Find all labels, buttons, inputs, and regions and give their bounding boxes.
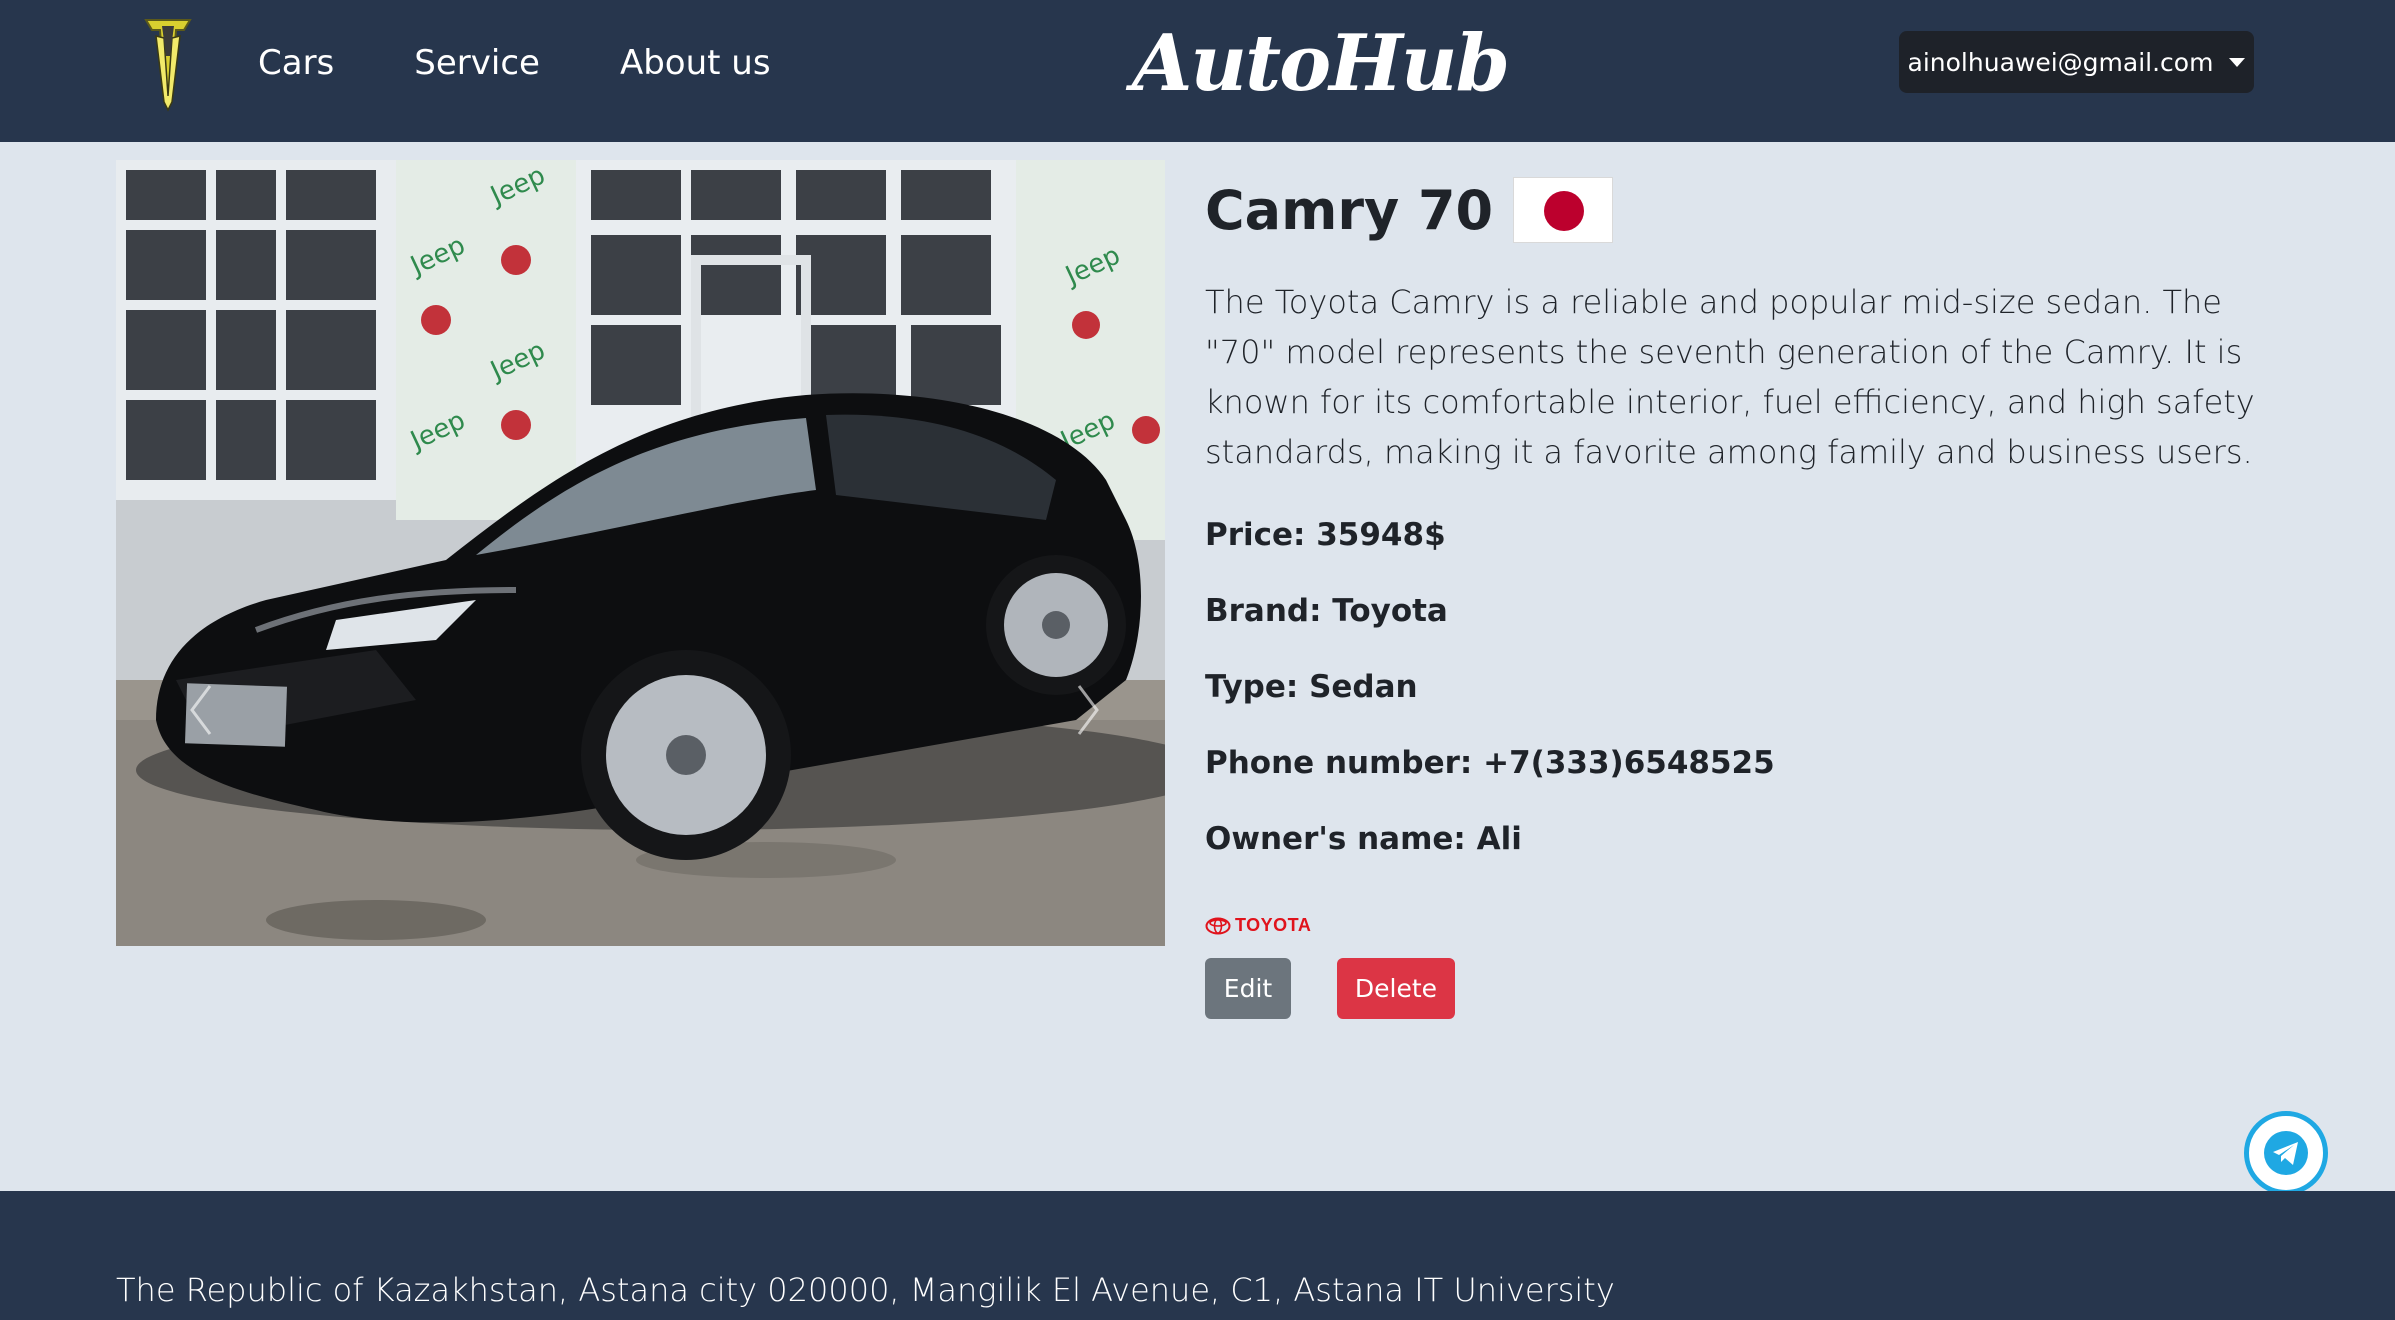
- owner-phone: Phone number: +7(333)6548525: [1205, 745, 1775, 781]
- carousel-prev-button[interactable]: [186, 680, 216, 740]
- car-description: The Toyota Camry is a reliable and popul…: [1205, 283, 2255, 471]
- nav-cars[interactable]: Cars: [258, 40, 334, 86]
- footer: The Republic of Kazakhstan, Astana city …: [0, 1191, 2395, 1320]
- car-price: Price: 35948$: [1205, 517, 1446, 553]
- toyota-brand-logo: TOYOTA: [1205, 915, 2265, 936]
- user-email: ainolhuawei@gmail.com: [1907, 47, 2214, 77]
- delete-button[interactable]: Delete: [1337, 958, 1455, 1019]
- nav-service[interactable]: Service: [414, 40, 540, 86]
- title-row: Camry 70: [1205, 165, 2265, 255]
- toyota-emblem-icon: [1205, 917, 1231, 934]
- action-buttons: Edit Delete: [1205, 958, 2265, 1019]
- chevron-right-icon: [1077, 685, 1099, 735]
- car-info-list: Price: 35948$ Brand: Toyota Type: Sedan …: [1205, 497, 2265, 877]
- japan-flag-icon: [1513, 177, 1614, 243]
- car-type: Type: Sedan: [1205, 669, 1418, 705]
- car-image-carousel[interactable]: Jeep Jeep Jeep Jeep Jeep Jeep: [116, 160, 1165, 946]
- chevron-left-icon: [190, 685, 212, 735]
- main-nav: Cars Service About us: [258, 40, 771, 86]
- caret-down-icon: [2229, 57, 2246, 67]
- car-photo: Jeep Jeep Jeep Jeep Jeep Jeep: [116, 160, 1165, 946]
- carousel-next-button[interactable]: [1073, 680, 1103, 740]
- footer-address: The Republic of Kazakhstan, Astana city …: [116, 1271, 1615, 1309]
- edit-button[interactable]: Edit: [1205, 958, 1291, 1019]
- user-menu-dropdown[interactable]: ainolhuawei@gmail.com: [1899, 31, 2254, 93]
- navbar: Cars Service About us AutoHub ainolhuawe…: [0, 0, 2395, 142]
- toyota-logo-text: TOYOTA: [1235, 915, 1312, 935]
- telegram-icon: [2264, 1131, 2308, 1175]
- car-details: Camry 70 The Toyota Camry is a reliable …: [1205, 165, 2265, 1019]
- site-logo[interactable]: [142, 16, 194, 112]
- car-brand: Brand: Toyota: [1205, 593, 1448, 629]
- brand-title[interactable]: AutoHub: [1132, 8, 1510, 118]
- telegram-button[interactable]: [2244, 1111, 2328, 1195]
- owner-name: Owner's name: Ali: [1205, 821, 1522, 857]
- nav-about-us[interactable]: About us: [620, 40, 771, 86]
- car-title: Camry 70: [1205, 178, 1494, 242]
